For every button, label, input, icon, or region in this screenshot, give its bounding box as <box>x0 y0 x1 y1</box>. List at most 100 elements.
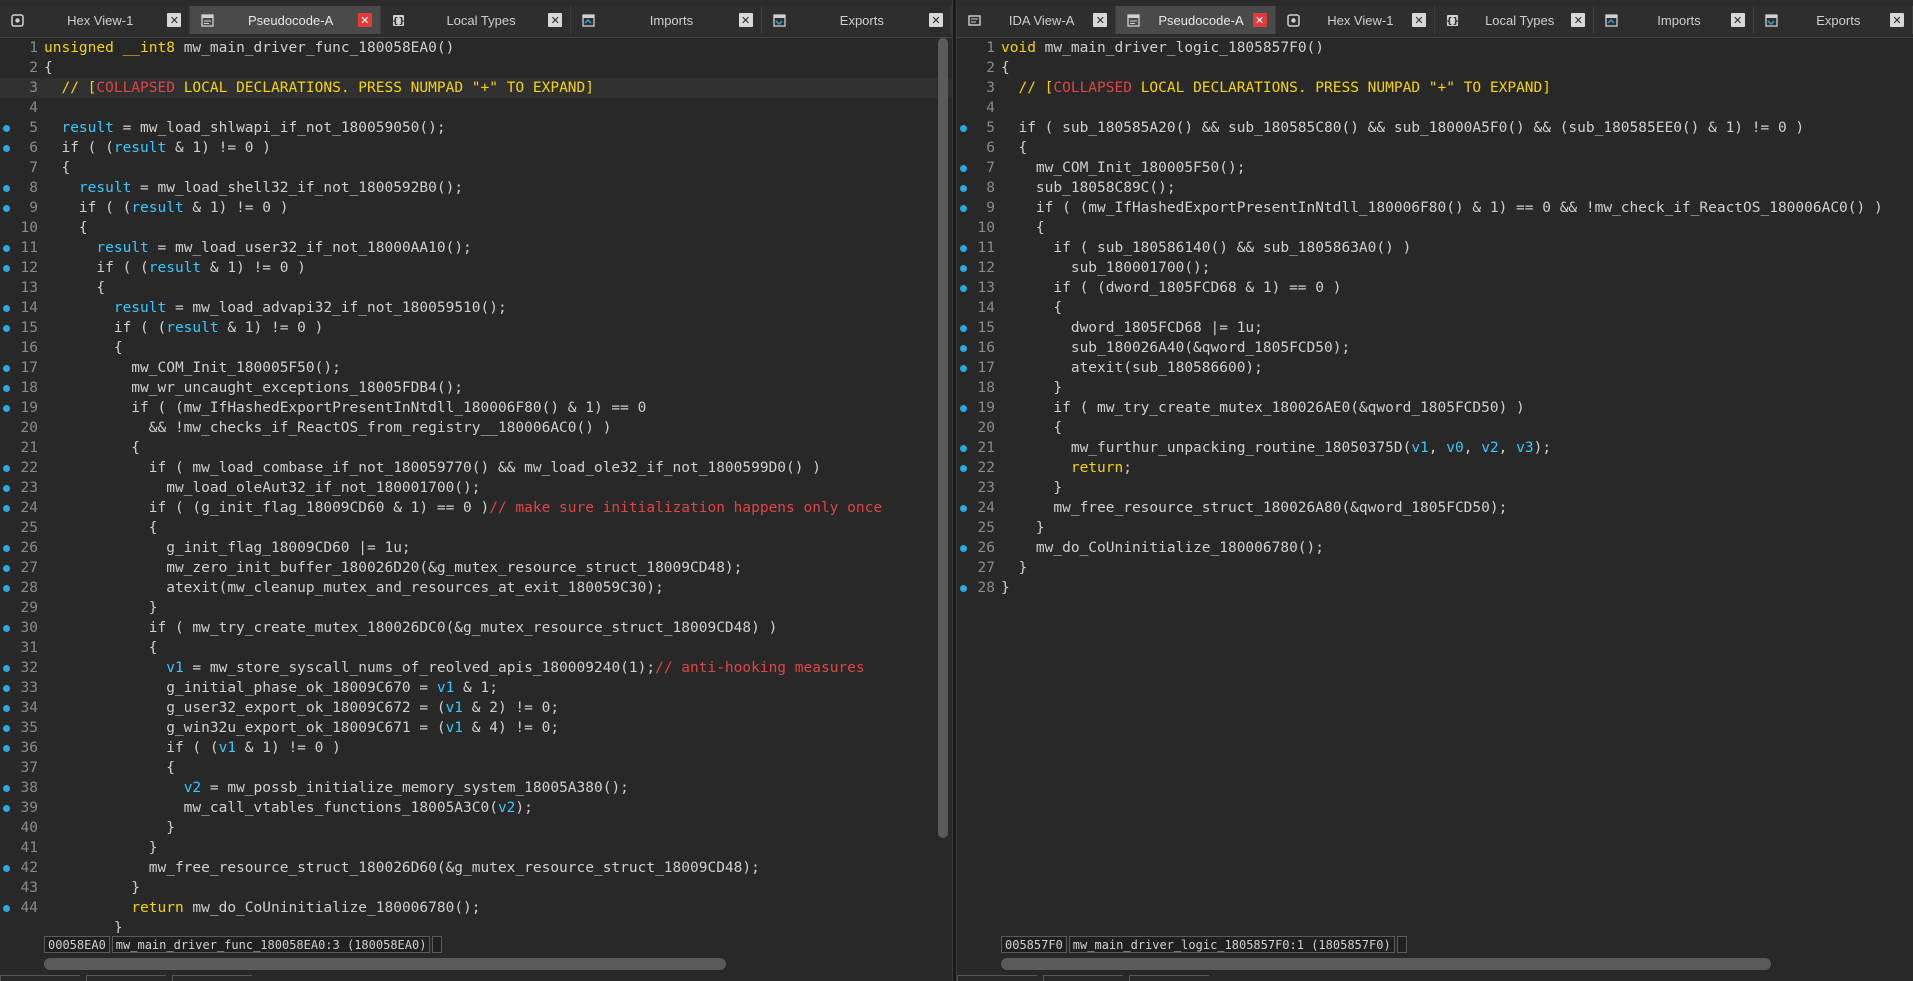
code-line[interactable]: 10 { <box>0 218 952 238</box>
close-icon[interactable]: ✕ <box>167 13 182 27</box>
code-text[interactable]: if ( (v1 & 1) != 0 ) <box>44 738 341 758</box>
breakpoint-dot-icon[interactable] <box>3 465 10 472</box>
code-line[interactable]: 16 sub_180026A40(&qword_1805FCD50); <box>957 338 1913 358</box>
code-text[interactable]: if ( sub_180586140() && sub_1805863A0() … <box>1001 238 1411 258</box>
code-line[interactable]: 13 { <box>0 278 952 298</box>
close-icon[interactable]: ✕ <box>1730 13 1745 27</box>
code-line[interactable]: 12 if ( (result & 1) != 0 ) <box>0 258 952 278</box>
code-line[interactable]: 30 if ( mw_try_create_mutex_180026DC0(&g… <box>0 618 952 638</box>
code-line[interactable]: 22 if ( mw_load_combase_if_not_180059770… <box>0 458 952 478</box>
breakpoint-dot-icon[interactable] <box>3 145 10 152</box>
breakpoint-dot-icon[interactable] <box>3 705 10 712</box>
code-line[interactable]: 14 { <box>957 298 1913 318</box>
breakpoint-dot-icon[interactable] <box>960 245 967 252</box>
code-text[interactable]: if ( (result & 1) != 0 ) <box>44 318 324 338</box>
code-text[interactable]: // [COLLAPSED LOCAL DECLARATIONS. PRESS … <box>1001 78 1551 98</box>
code-line[interactable]: 26 mw_do_CoUninitialize_180006780(); <box>957 538 1913 558</box>
code-text[interactable]: && !mw_checks_if_ReactOS_from_registry__… <box>44 418 612 438</box>
close-icon[interactable]: ✕ <box>548 13 563 27</box>
right-tab-ida-view-a[interactable]: IDA View-A ✕ <box>957 6 1117 34</box>
right-tab-exports[interactable]: Exports ✕ <box>1753 6 1913 34</box>
code-line[interactable]: 36 if ( (v1 & 1) != 0 ) <box>0 738 952 758</box>
breakpoint-dot-icon[interactable] <box>3 245 10 252</box>
code-text[interactable]: { <box>1001 298 1062 318</box>
code-line[interactable]: 27 } <box>957 558 1913 578</box>
code-line[interactable]: 19 if ( mw_try_create_mutex_180026AE0(&q… <box>957 398 1913 418</box>
code-text[interactable]: if ( (result & 1) != 0 ) <box>44 138 271 158</box>
breakpoint-dot-icon[interactable] <box>3 385 10 392</box>
code-text[interactable]: mw_furthur_unpacking_routine_18050375D(v… <box>1001 438 1551 458</box>
code-text[interactable]: sub_180001700(); <box>1001 258 1211 278</box>
code-text[interactable]: g_initial_phase_ok_18009C670 = v1 & 1; <box>44 678 498 698</box>
breakpoint-dot-icon[interactable] <box>960 285 967 292</box>
breakpoint-dot-icon[interactable] <box>3 685 10 692</box>
close-icon[interactable]: ✕ <box>357 13 372 27</box>
code-line[interactable]: 44 return mw_do_CoUninitialize_180006780… <box>0 898 952 918</box>
code-line[interactable]: 39 mw_call_vtables_functions_18005A3C0(v… <box>0 798 952 818</box>
breakpoint-dot-icon[interactable] <box>3 305 10 312</box>
code-text[interactable]: v1 = mw_store_syscall_nums_of_reolved_ap… <box>44 658 864 678</box>
code-line[interactable]: } <box>0 918 952 933</box>
right-hscroll-thumb[interactable] <box>1001 958 1771 970</box>
code-text[interactable]: result = mw_load_shell32_if_not_1800592B… <box>44 178 463 198</box>
breakpoint-dot-icon[interactable] <box>3 505 10 512</box>
code-line[interactable]: 7 mw_COM_Init_180005F50(); <box>957 158 1913 178</box>
breakpoint-dot-icon[interactable] <box>3 865 10 872</box>
breakpoint-dot-icon[interactable] <box>3 405 10 412</box>
code-line[interactable]: 5 result = mw_load_shlwapi_if_not_180059… <box>0 118 952 138</box>
breakpoint-dot-icon[interactable] <box>3 905 10 912</box>
code-line[interactable]: 41 } <box>0 838 952 858</box>
code-text[interactable]: atexit(sub_180586600); <box>1001 358 1263 378</box>
code-text[interactable]: v2 = mw_possb_initialize_memory_system_1… <box>44 778 629 798</box>
code-line[interactable]: 37 { <box>0 758 952 778</box>
breakpoint-dot-icon[interactable] <box>3 665 10 672</box>
code-line[interactable]: 29 } <box>0 598 952 618</box>
breakpoint-dot-icon[interactable] <box>960 585 967 592</box>
code-line[interactable]: 13 if ( (dword_1805FCD68 & 1) == 0 ) <box>957 278 1913 298</box>
code-text[interactable]: atexit(mw_cleanup_mutex_and_resources_at… <box>44 578 664 598</box>
breakpoint-dot-icon[interactable] <box>960 445 967 452</box>
code-line[interactable]: 4 <box>0 98 952 118</box>
code-line[interactable]: 27 mw_zero_init_buffer_180026D20(&g_mute… <box>0 558 952 578</box>
code-line[interactable]: 40 } <box>0 818 952 838</box>
code-line[interactable]: 2{ <box>957 58 1913 78</box>
close-icon[interactable]: ✕ <box>1252 13 1267 27</box>
code-line[interactable]: 32 v1 = mw_store_syscall_nums_of_reolved… <box>0 658 952 678</box>
code-text[interactable]: mw_wr_uncaught_exceptions_18005FDB4(); <box>44 378 463 398</box>
breakpoint-dot-icon[interactable] <box>3 365 10 372</box>
breakpoint-dot-icon[interactable] <box>3 325 10 332</box>
code-text[interactable]: } <box>44 838 158 858</box>
code-text[interactable]: mw_do_CoUninitialize_180006780(); <box>1001 538 1324 558</box>
breakpoint-dot-icon[interactable] <box>3 185 10 192</box>
code-text[interactable]: if ( (g_init_flag_18009CD60 & 1) == 0 )/… <box>44 498 882 518</box>
code-line[interactable]: 16 { <box>0 338 952 358</box>
right-tab-hex-view-1[interactable]: Hex View-1 ✕ <box>1275 6 1435 34</box>
code-text[interactable]: mw_COM_Init_180005F50(); <box>44 358 341 378</box>
code-text[interactable]: g_init_flag_18009CD60 |= 1u; <box>44 538 410 558</box>
breakpoint-dot-icon[interactable] <box>960 545 967 552</box>
right-horizontal-scrollbar[interactable] <box>1001 958 1893 970</box>
code-text[interactable]: if ( (result & 1) != 0 ) <box>44 258 306 278</box>
code-line[interactable]: 11 result = mw_load_user32_if_not_18000A… <box>0 238 952 258</box>
code-line[interactable]: 20 && !mw_checks_if_ReactOS_from_registr… <box>0 418 952 438</box>
code-text[interactable]: { <box>44 58 53 78</box>
breakpoint-dot-icon[interactable] <box>3 745 10 752</box>
code-line[interactable]: 15 dword_1805FCD68 |= 1u; <box>957 318 1913 338</box>
code-text[interactable]: } <box>44 818 175 838</box>
right-tab-imports[interactable]: Imports ✕ <box>1594 6 1754 34</box>
code-text[interactable]: sub_18058C89C(); <box>1001 178 1176 198</box>
close-icon[interactable]: ✕ <box>1411 13 1426 27</box>
code-line[interactable]: 1 unsigned __int8 mw_main_driver_func_180… <box>0 38 952 58</box>
breakpoint-dot-icon[interactable] <box>960 465 967 472</box>
code-line[interactable]: 20 { <box>957 418 1913 438</box>
code-line[interactable]: 2{ <box>0 58 952 78</box>
code-text[interactable]: { <box>44 518 158 538</box>
left-tab-pseudocode-a[interactable]: Pseudocode-A ✕ <box>190 6 381 34</box>
breakpoint-dot-icon[interactable] <box>3 725 10 732</box>
code-text[interactable]: { <box>1001 138 1027 158</box>
breakpoint-dot-icon[interactable] <box>3 265 10 272</box>
code-text[interactable]: if ( (result & 1) != 0 ) <box>44 198 289 218</box>
right-tab-pseudocode-a[interactable]: Pseudocode-A ✕ <box>1116 6 1276 34</box>
code-text[interactable]: result = mw_load_user32_if_not_18000AA10… <box>44 238 471 258</box>
code-line[interactable]: 21 mw_furthur_unpacking_routine_18050375… <box>957 438 1913 458</box>
